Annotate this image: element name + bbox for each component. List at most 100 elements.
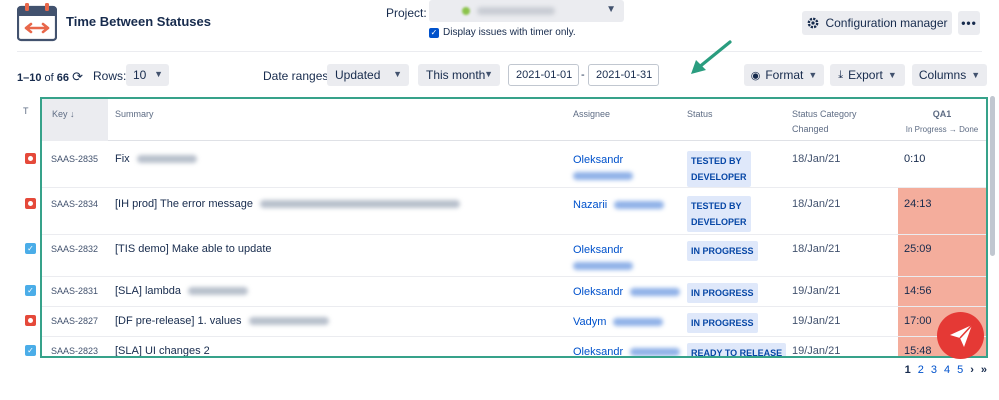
assignee-link[interactable]: Oleksandr bbox=[573, 242, 633, 274]
redacted-text bbox=[630, 348, 681, 356]
status-changed-date: 18/Jan/21 bbox=[792, 243, 841, 255]
table-row[interactable]: SAAS-2834 [IH prod] The error message Na… bbox=[42, 188, 986, 235]
issue-key-link[interactable]: SAAS-2831 bbox=[51, 286, 98, 296]
project-logo-icon bbox=[462, 7, 470, 15]
header-changed-line1: Status Category bbox=[792, 109, 857, 119]
status-line1: TESTED BY bbox=[691, 156, 742, 166]
issues-table: T ✓ ✓ ✓ Key ↓ Summary Assignee Status Stat… bbox=[17, 96, 989, 361]
project-select[interactable]: ▼ bbox=[429, 0, 624, 22]
issue-summary[interactable]: [TIS demo] Make able to update bbox=[115, 243, 272, 255]
refresh-icon[interactable]: ⟳ bbox=[72, 69, 83, 84]
format-label: Format bbox=[765, 68, 804, 82]
type-column: T ✓ ✓ ✓ bbox=[17, 96, 39, 361]
status-changed-date: 19/Jan/21 bbox=[792, 285, 841, 297]
issue-summary[interactable]: [SLA] lambda bbox=[115, 285, 249, 297]
more-actions-button[interactable]: ••• bbox=[958, 11, 980, 35]
header-key[interactable]: Key ↓ bbox=[42, 99, 108, 141]
header-status-category-changed[interactable]: Status Category Changed bbox=[792, 99, 857, 141]
annotation-arrow-icon bbox=[684, 38, 734, 81]
assignee-link[interactable]: Oleksandr bbox=[573, 284, 681, 300]
date-from-input[interactable]: 2021-01-01 bbox=[508, 64, 579, 86]
issue-summary-text: [DF pre-release] 1. values bbox=[115, 315, 242, 327]
download-icon: ⤓ bbox=[838, 68, 844, 81]
assignee-link[interactable]: Oleksandr bbox=[573, 152, 633, 184]
status-line1: TESTED BY bbox=[691, 201, 742, 211]
qa1-duration: 0:10 bbox=[898, 142, 986, 187]
columns-button[interactable]: Columns ▼ bbox=[912, 64, 987, 86]
date-field-value: Updated bbox=[335, 68, 381, 82]
header-status[interactable]: Status bbox=[687, 99, 713, 141]
bug-type-icon bbox=[25, 198, 36, 209]
qa1-duration-value: 24:13 bbox=[904, 198, 932, 210]
status-changed-date: 18/Jan/21 bbox=[792, 153, 841, 165]
assignee-name: Oleksandr bbox=[573, 346, 624, 358]
redacted-text bbox=[260, 200, 461, 209]
issue-key-link[interactable]: SAAS-2832 bbox=[51, 244, 98, 254]
status-line1: IN PROGRESS bbox=[691, 288, 754, 298]
issue-summary-text: [SLA] lambda bbox=[115, 285, 182, 297]
timer-only-label: Display issues with timer only. bbox=[443, 27, 576, 38]
table-row[interactable]: SAAS-2827 [DF pre-release] 1. values Vad… bbox=[42, 307, 986, 337]
qa1-duration: 24:13 bbox=[898, 188, 986, 234]
format-button[interactable]: ◉ Format ▼ bbox=[744, 64, 824, 86]
chevron-down-icon: ▼ bbox=[393, 69, 402, 79]
page-link[interactable]: 5 bbox=[957, 364, 963, 376]
issue-summary[interactable]: Fix bbox=[115, 153, 197, 165]
date-ranges-label: Date ranges: bbox=[263, 69, 332, 83]
timer-only-checkbox[interactable]: ✓ Display issues with timer only. bbox=[429, 27, 576, 38]
date-field-select[interactable]: Updated ▼ bbox=[327, 64, 409, 86]
date-to-input[interactable]: 2021-01-31 bbox=[588, 64, 659, 86]
assignee-link[interactable]: Oleksandr bbox=[573, 344, 681, 358]
issue-summary[interactable]: [DF pre-release] 1. values bbox=[115, 315, 329, 327]
assignee-name: Oleksandr bbox=[573, 244, 624, 256]
page-link[interactable]: 3 bbox=[931, 364, 937, 376]
status-badge: TESTED BY DEVELOPER bbox=[687, 151, 751, 187]
page-link[interactable]: 2 bbox=[918, 364, 924, 376]
issue-summary-text: [TIS demo] Make able to update bbox=[115, 243, 272, 255]
chevron-down-icon: ▼ bbox=[484, 69, 493, 79]
issue-key-link[interactable]: SAAS-2834 bbox=[51, 199, 98, 209]
redacted-text bbox=[188, 287, 249, 296]
page-link[interactable]: 1 bbox=[905, 364, 911, 376]
configuration-manager-button[interactable]: Configuration manager bbox=[802, 11, 952, 35]
qa1-duration-value: 25:09 bbox=[904, 243, 932, 255]
chevron-down-icon: ▼ bbox=[154, 69, 163, 79]
issue-summary-text: [SLA] UI changes 2 bbox=[115, 345, 210, 357]
issue-key-link[interactable]: SAAS-2835 bbox=[51, 154, 98, 164]
table-row[interactable]: SAAS-2831 [SLA] lambda Oleksandr IN PROG… bbox=[42, 277, 986, 307]
redacted-text bbox=[630, 288, 681, 297]
gear-icon bbox=[808, 17, 819, 29]
vertical-scrollbar[interactable] bbox=[990, 96, 995, 256]
result-range: 1–10 bbox=[17, 72, 42, 84]
table-row[interactable]: SAAS-2832 [TIS demo] Make able to update… bbox=[42, 235, 986, 277]
bug-type-icon bbox=[25, 153, 36, 164]
header-assignee[interactable]: Assignee bbox=[573, 99, 610, 141]
assignee-name: Vadym bbox=[573, 316, 607, 328]
status-changed-date: 18/Jan/21 bbox=[792, 198, 841, 210]
issue-key-link[interactable]: SAAS-2823 bbox=[51, 346, 98, 356]
feedback-fab-button[interactable] bbox=[937, 312, 984, 359]
last-page-icon[interactable]: » bbox=[981, 364, 987, 376]
export-button[interactable]: ⤓ Export ▼ bbox=[830, 64, 905, 86]
issue-summary-text: [IH prod] The error message bbox=[115, 198, 253, 210]
table-row[interactable]: SAAS-2835 Fix Oleksandr TESTED BY DEVELOP… bbox=[42, 142, 986, 188]
header-summary[interactable]: Summary bbox=[115, 99, 154, 141]
next-page-icon[interactable]: › bbox=[970, 364, 974, 376]
bug-type-icon bbox=[25, 315, 36, 326]
header-qa1[interactable]: QA1 In Progress → Done bbox=[898, 99, 986, 141]
project-name-redacted bbox=[477, 7, 555, 15]
qa1-duration-value: 17:00 bbox=[904, 315, 932, 327]
rows-per-page-select[interactable]: 10 ▼ bbox=[126, 64, 169, 86]
header-qa1-transition: In Progress → Done bbox=[905, 125, 979, 134]
table-row[interactable]: SAAS-2823 [SLA] UI changes 2 Oleksandr R… bbox=[42, 337, 986, 358]
status-line1: IN PROGRESS bbox=[691, 318, 754, 328]
date-period-select[interactable]: This month ▼ bbox=[418, 64, 500, 86]
issue-key-link[interactable]: SAAS-2827 bbox=[51, 316, 98, 326]
assignee-link[interactable]: Nazarii bbox=[573, 197, 665, 213]
task-type-icon: ✓ bbox=[25, 285, 36, 296]
assignee-link[interactable]: Vadym bbox=[573, 314, 664, 330]
checkbox-checked-icon[interactable]: ✓ bbox=[429, 27, 439, 38]
page-link[interactable]: 4 bbox=[944, 364, 950, 376]
issue-summary[interactable]: [SLA] UI changes 2 bbox=[115, 345, 210, 357]
issue-summary[interactable]: [IH prod] The error message bbox=[115, 198, 461, 210]
